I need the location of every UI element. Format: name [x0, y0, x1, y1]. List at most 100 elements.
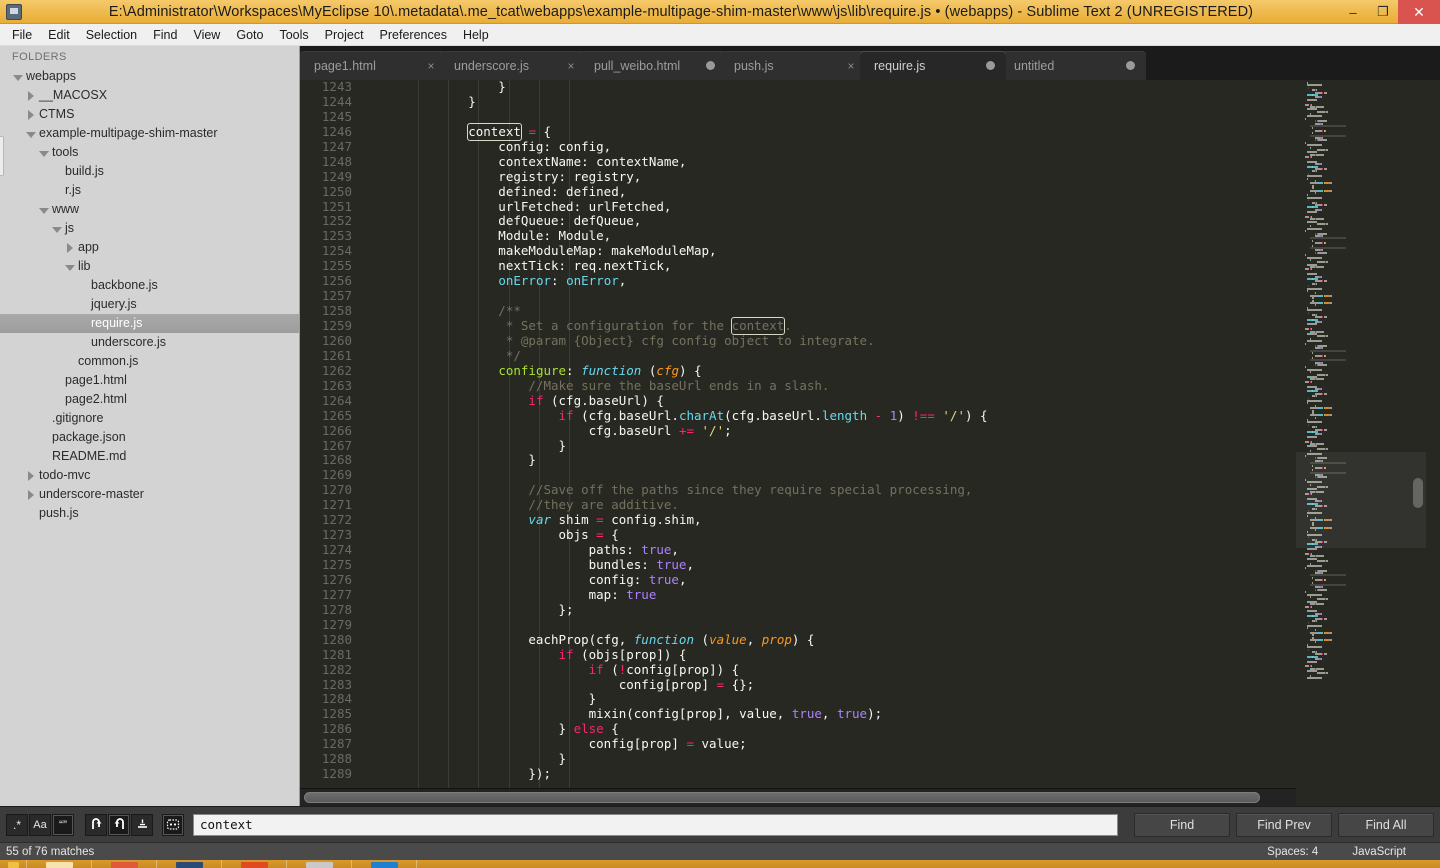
explorer-task[interactable] — [27, 860, 91, 868]
code-line[interactable]: 1265 if (cfg.baseUrl.charAt(cfg.baseUrl.… — [300, 408, 1296, 424]
fold-gutter[interactable] — [362, 543, 408, 558]
tree-item-example-multipage-shim-master[interactable]: example-multipage-shim-master — [0, 124, 299, 143]
menu-find[interactable]: Find — [145, 26, 185, 44]
tree-item-js[interactable]: js — [0, 219, 299, 238]
fold-gutter[interactable] — [362, 572, 408, 588]
code-text-area[interactable]: 1243 } 1244 } 1245 1246 context = {1247 con… — [300, 80, 1296, 788]
code-line[interactable]: 1248 contextName: contextName, — [300, 154, 1296, 170]
fold-gutter[interactable] — [362, 259, 408, 275]
find-all-button[interactable]: Find All — [1338, 812, 1434, 837]
fold-gutter[interactable] — [362, 632, 408, 648]
app-task-red[interactable] — [92, 860, 156, 868]
menu-preferences[interactable]: Preferences — [372, 26, 455, 44]
code-line[interactable]: 1259 * Set a configuration for the conte… — [300, 317, 1296, 335]
menu-project[interactable]: Project — [317, 26, 372, 44]
start-orb[interactable] — [0, 860, 26, 868]
tree-item-tools[interactable]: tools — [0, 143, 299, 162]
tab-unsaved-indicator[interactable] — [986, 61, 995, 70]
code-line[interactable]: 1244 } — [300, 94, 1296, 110]
minimap[interactable] — [1296, 80, 1426, 788]
fold-gutter[interactable] — [362, 767, 408, 783]
in-selection-toggle[interactable] — [108, 813, 130, 836]
chevron-down-icon[interactable] — [38, 147, 50, 159]
fold-gutter[interactable] — [362, 304, 408, 319]
fold-gutter[interactable] — [362, 319, 408, 334]
tree-item-package-json[interactable]: package.json — [0, 428, 299, 447]
find-option-toggles-right[interactable] — [85, 813, 185, 836]
code-line[interactable]: 1252 defQueue: defQueue, — [300, 213, 1296, 230]
tree-item-page2-html[interactable]: page2.html — [0, 390, 299, 409]
fold-gutter[interactable] — [362, 363, 408, 379]
tab-pull-weibo-html[interactable]: pull_weibo.html — [580, 51, 726, 80]
tree-item-webapps[interactable]: webapps — [0, 67, 299, 86]
tab-underscore-js[interactable]: underscore.js × — [440, 51, 586, 80]
fold-gutter[interactable] — [362, 587, 408, 603]
fold-gutter[interactable] — [362, 274, 408, 290]
code-line[interactable]: 1276 config: true, — [300, 572, 1296, 588]
chevron-down-icon[interactable] — [51, 223, 63, 235]
code-line[interactable]: 1275 bundles: true, — [300, 557, 1296, 573]
code-line[interactable]: 1245 — [300, 109, 1296, 125]
chevron-right-icon[interactable] — [25, 90, 37, 102]
find-option-toggles-left[interactable]: .* Aa “” — [6, 813, 75, 836]
code-line[interactable]: 1247 config: config, — [300, 139, 1296, 155]
fold-gutter[interactable] — [362, 169, 408, 185]
tree-item--macosx[interactable]: __MACOSX — [0, 86, 299, 105]
code-line[interactable]: 1257 — [300, 288, 1296, 305]
tree-item--gitignore[interactable]: .gitignore — [0, 409, 299, 428]
app-task-azure[interactable] — [352, 860, 416, 868]
fold-gutter[interactable] — [362, 692, 408, 708]
highlight-results-toggle[interactable] — [131, 813, 153, 836]
code-line[interactable]: 1283 config[prop] = {}; — [300, 677, 1296, 693]
preserve-case-toggle[interactable] — [162, 813, 184, 836]
chevron-right-icon[interactable] — [25, 489, 37, 501]
tab-close-icon[interactable]: × — [564, 59, 578, 73]
fold-gutter[interactable] — [362, 453, 408, 469]
fold-gutter[interactable] — [362, 423, 408, 439]
restore-button[interactable]: ❐ — [1368, 0, 1398, 24]
tree-item-jquery-js[interactable]: jquery.js — [0, 295, 299, 314]
chevron-down-icon[interactable] — [12, 71, 24, 83]
syntax-status[interactable]: JavaScript — [1352, 846, 1406, 858]
fold-gutter[interactable] — [362, 498, 408, 514]
chevron-right-icon[interactable] — [64, 242, 76, 254]
fold-gutter[interactable] — [362, 438, 408, 454]
fold-gutter[interactable] — [362, 602, 408, 618]
vertical-scrollbar-thumb[interactable] — [1413, 478, 1423, 508]
code-line[interactable]: 1287 config[prop] = value; — [300, 736, 1296, 753]
menu-selection[interactable]: Selection — [78, 26, 145, 44]
code-line[interactable]: 1289 }); — [300, 766, 1296, 783]
regex-toggle[interactable]: .* — [6, 813, 28, 836]
fold-gutter[interactable] — [362, 677, 408, 693]
fold-gutter[interactable] — [362, 393, 408, 409]
fold-gutter[interactable] — [362, 722, 408, 738]
tree-item-require-js[interactable]: require.js — [0, 314, 299, 333]
tree-item-push-js[interactable]: push.js — [0, 504, 299, 523]
code-line[interactable]: 1284 } — [300, 691, 1296, 708]
fold-gutter[interactable] — [362, 139, 408, 155]
tree-item-underscore-js[interactable]: underscore.js — [0, 333, 299, 352]
tree-item-backbone-js[interactable]: backbone.js — [0, 276, 299, 295]
minimize-button[interactable]: – — [1338, 0, 1368, 24]
code-line[interactable]: 1255 nextTick: req.nextTick, — [300, 258, 1296, 275]
code-line[interactable]: 1260 * @param {Object} cfg config object… — [300, 333, 1296, 349]
tree-item-underscore-master[interactable]: underscore-master — [0, 485, 299, 504]
tree-item-common-js[interactable]: common.js — [0, 352, 299, 371]
fold-gutter[interactable] — [362, 707, 408, 723]
find-button[interactable]: Find — [1134, 812, 1230, 837]
fold-gutter[interactable] — [362, 109, 408, 125]
app-task-blue[interactable] — [157, 860, 221, 868]
editor-tab-bar[interactable]: page1.html × underscore.js × pull_weibo.html… — [300, 46, 1440, 80]
tab-unsaved-indicator[interactable] — [706, 61, 715, 70]
fold-gutter[interactable] — [362, 483, 408, 499]
find-panel[interactable]: .* Aa “” Find Find Prev Find All — [0, 806, 1440, 842]
tree-item-build-js[interactable]: build.js — [0, 162, 299, 181]
fold-gutter[interactable] — [362, 737, 408, 753]
tab-require-js[interactable]: require.js — [860, 51, 1006, 80]
code-line[interactable]: 1273 objs = { — [300, 527, 1296, 544]
fold-gutter[interactable] — [362, 154, 408, 170]
find-prev-button[interactable]: Find Prev — [1236, 812, 1332, 837]
fold-gutter[interactable] — [362, 528, 408, 544]
tab-page1-html[interactable]: page1.html × — [300, 51, 446, 80]
code-line[interactable]: 1271 //they are additive. — [300, 497, 1296, 514]
